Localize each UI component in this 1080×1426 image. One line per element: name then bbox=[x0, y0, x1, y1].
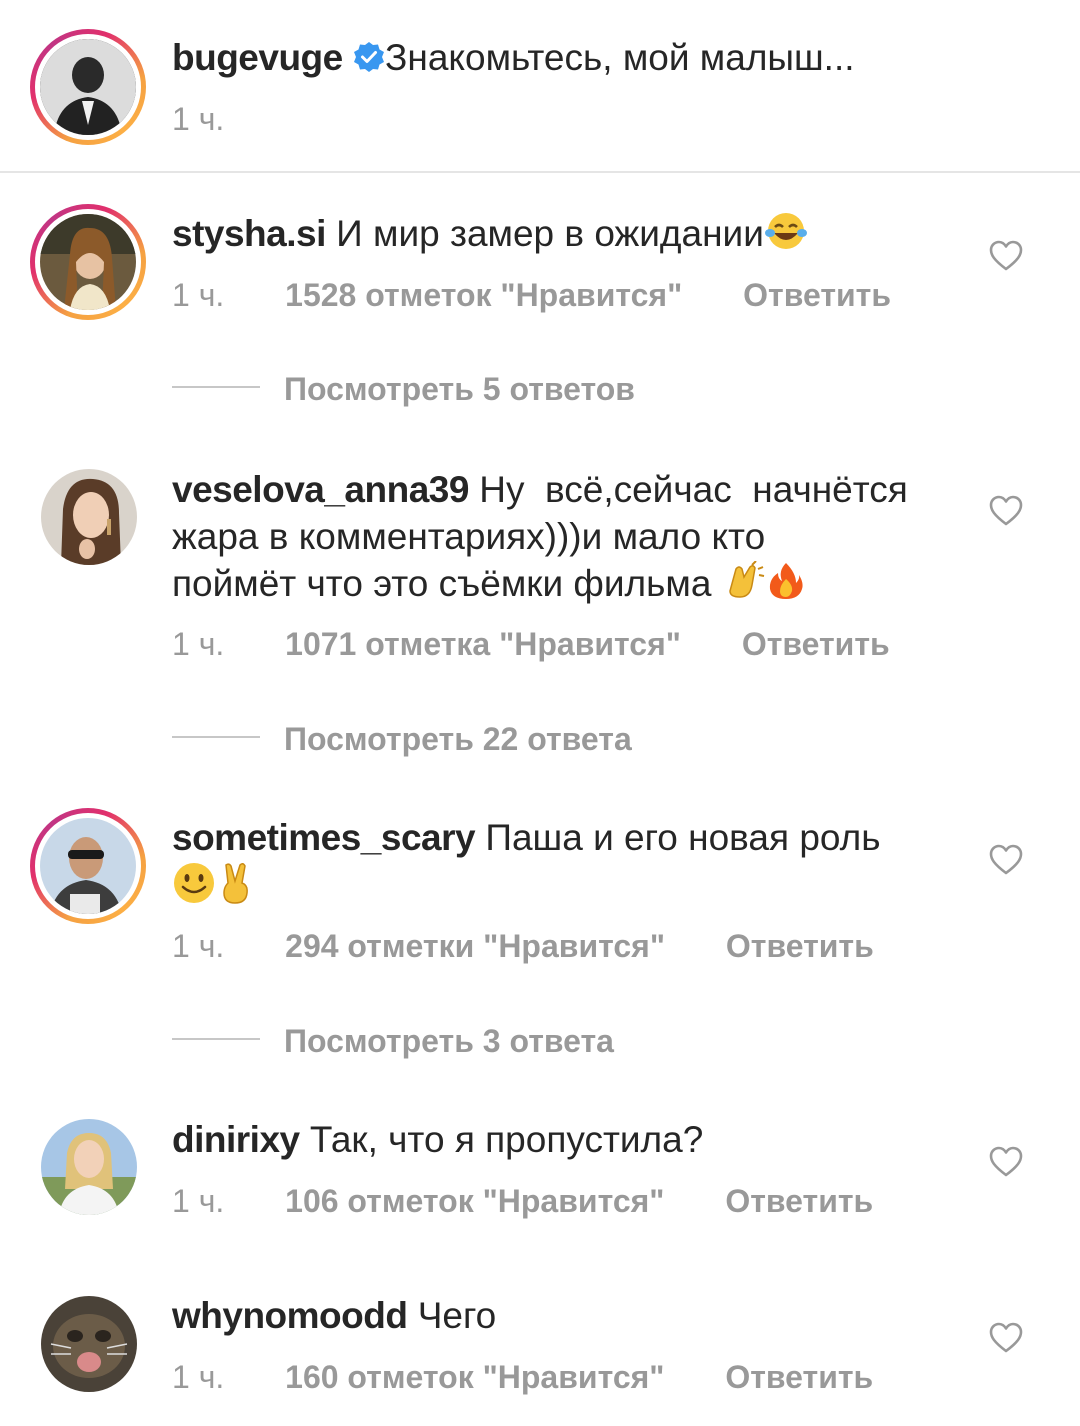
comment-avatar[interactable] bbox=[41, 469, 137, 565]
comment-avatar[interactable] bbox=[40, 214, 136, 310]
caption-divider bbox=[0, 171, 1080, 173]
post-caption: bugevuge Знакомьтесь, мой малыш... bbox=[172, 34, 962, 84]
comment-body: veselova_anna39 Ну всё,сейчас начнётся ж… bbox=[172, 466, 962, 612]
comment-likes[interactable]: 1528 отметок "Нравится" bbox=[285, 275, 682, 315]
reply-button[interactable]: Ответить bbox=[743, 275, 891, 315]
post-author-avatar[interactable] bbox=[40, 39, 136, 135]
comment-meta: 1 ч. 106 отметок "Нравится" Ответить bbox=[172, 1181, 873, 1221]
view-replies-link[interactable]: Посмотреть 3 ответа bbox=[284, 1021, 614, 1061]
reply-button[interactable]: Ответить bbox=[725, 1357, 873, 1397]
post-caption-text: Знакомьтесь, мой малыш... bbox=[385, 37, 855, 78]
avatar-photo-icon bbox=[41, 1296, 137, 1392]
comment-text-line: поймёт что это съёмки фильма bbox=[172, 563, 712, 604]
like-heart-icon[interactable] bbox=[988, 1320, 1024, 1356]
comment-time: 1 ч. bbox=[172, 928, 225, 964]
fire-emoji bbox=[766, 561, 806, 612]
comment-avatar[interactable] bbox=[40, 818, 136, 914]
comment-username[interactable]: whynomoodd bbox=[172, 1295, 408, 1336]
post-author-username[interactable]: bugevuge bbox=[172, 37, 343, 78]
comment-username[interactable]: dinirixy bbox=[172, 1119, 300, 1160]
comment-time: 1 ч. bbox=[172, 1183, 225, 1219]
comment-username[interactable]: sometimes_scary bbox=[172, 817, 476, 858]
comment-username[interactable]: stysha.si bbox=[172, 213, 326, 254]
clapping-hands-emoji bbox=[722, 560, 766, 612]
comment-avatar-ring[interactable] bbox=[30, 808, 146, 924]
comment-text: Чего bbox=[417, 1295, 497, 1336]
comment-likes[interactable]: 160 отметок "Нравится" bbox=[285, 1357, 664, 1397]
avatar-photo-icon bbox=[40, 39, 136, 135]
smiling-face-emoji bbox=[172, 861, 216, 916]
avatar-photo-icon bbox=[41, 1119, 137, 1215]
like-heart-icon[interactable] bbox=[988, 1144, 1024, 1180]
comment-avatar[interactable] bbox=[41, 1296, 137, 1392]
comment-time: 1 ч. bbox=[172, 1359, 225, 1395]
view-replies-line bbox=[172, 1038, 260, 1040]
comment-avatar-ring[interactable] bbox=[30, 204, 146, 320]
post-author-avatar-ring[interactable] bbox=[30, 29, 146, 145]
comment-body: sometimes_scary Паша и его новая роль bbox=[172, 814, 962, 916]
comment-meta: 1 ч. 1528 отметок "Нравится" Ответить bbox=[172, 275, 891, 315]
comment-likes[interactable]: 106 отметок "Нравится" bbox=[285, 1181, 664, 1221]
post-meta: 1 ч. bbox=[172, 99, 224, 139]
comment-body: stysha.si И мир замер в ожидании bbox=[172, 210, 962, 262]
comment-text: Так, что я пропустила? bbox=[309, 1119, 704, 1160]
comment-likes[interactable]: 294 отметки "Нравится" bbox=[285, 926, 665, 966]
verified-badge-icon bbox=[353, 37, 385, 84]
view-replies-link[interactable]: Посмотреть 5 ответов bbox=[284, 369, 635, 409]
view-replies-line bbox=[172, 736, 260, 738]
comment-likes[interactable]: 1071 отметка "Нравится" bbox=[285, 624, 681, 664]
comment-text-line: жара в комментариях)))и мало кто bbox=[172, 516, 766, 557]
comment-text-line: Ну всё,сейчас начнётся bbox=[479, 469, 908, 510]
comment-meta: 1 ч. 294 отметки "Нравится" Ответить bbox=[172, 926, 874, 966]
reply-button[interactable]: Ответить bbox=[726, 926, 874, 966]
victory-hand-emoji bbox=[216, 861, 256, 916]
view-replies-line bbox=[172, 386, 260, 388]
comment-time: 1 ч. bbox=[172, 626, 225, 662]
comment-avatar[interactable] bbox=[41, 1119, 137, 1215]
comment-username[interactable]: veselova_anna39 bbox=[172, 469, 469, 510]
like-heart-icon[interactable] bbox=[988, 238, 1024, 274]
comment-meta: 1 ч. 160 отметок "Нравится" Ответить bbox=[172, 1357, 873, 1397]
comment-meta: 1 ч. 1071 отметка "Нравится" Ответить bbox=[172, 624, 890, 664]
post-time: 1 ч. bbox=[172, 101, 225, 137]
comment-text: Паша и его новая роль bbox=[485, 817, 881, 858]
avatar-photo-icon bbox=[41, 469, 137, 565]
reply-button[interactable]: Ответить bbox=[742, 624, 890, 664]
comment-time: 1 ч. bbox=[172, 277, 225, 313]
comment-body: whynomoodd Чего bbox=[172, 1292, 962, 1339]
reply-button[interactable]: Ответить bbox=[725, 1181, 873, 1221]
like-heart-icon[interactable] bbox=[988, 842, 1024, 878]
avatar-photo-icon bbox=[40, 214, 136, 310]
view-replies-link[interactable]: Посмотреть 22 ответа bbox=[284, 719, 632, 759]
comment-text: И мир замер в ожидании bbox=[336, 213, 764, 254]
tears-of-joy-emoji bbox=[764, 211, 808, 262]
like-heart-icon[interactable] bbox=[988, 493, 1024, 529]
comment-body: dinirixy Так, что я пропустила? bbox=[172, 1116, 962, 1163]
avatar-photo-icon bbox=[40, 818, 136, 914]
